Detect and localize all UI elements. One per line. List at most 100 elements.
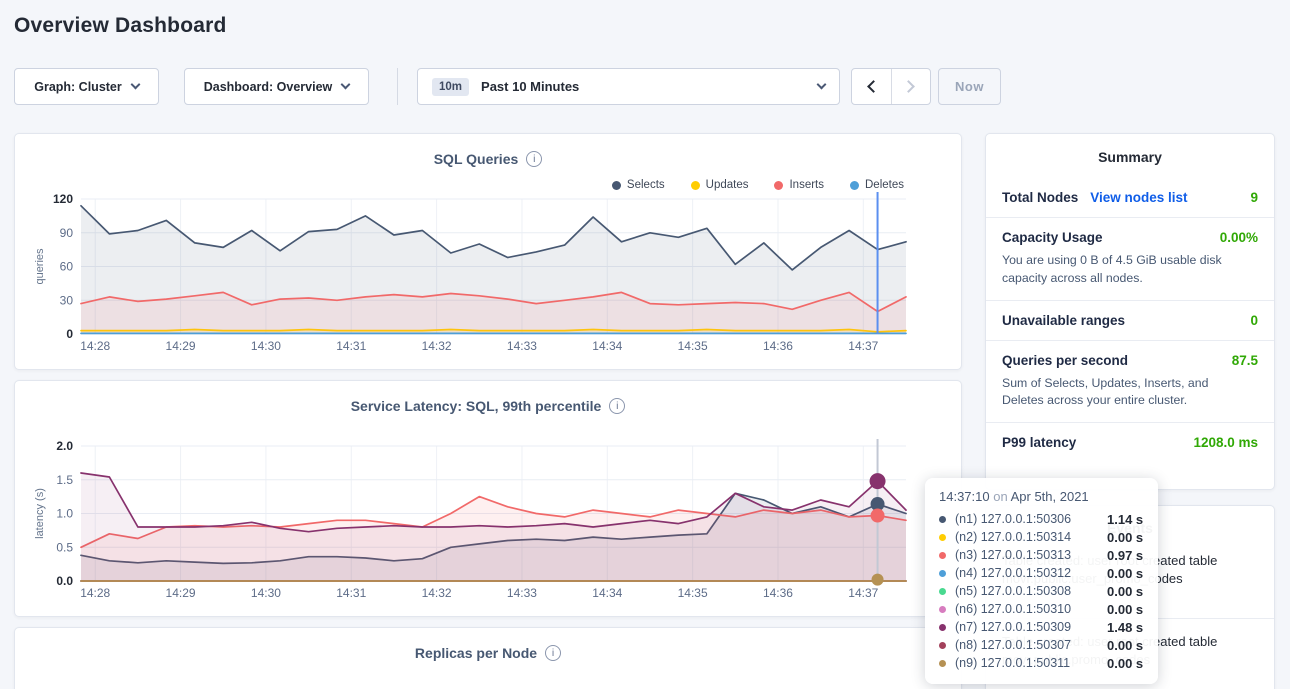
- x-axis-tick: 14:30: [251, 339, 281, 353]
- chart-hover-tooltip: 14:37:10 on Apr 5th, 2021 (n1) 127.0.0.1…: [925, 478, 1158, 684]
- node-color-dot: [939, 606, 946, 613]
- x-axis-tick: 14:31: [336, 339, 366, 353]
- x-axis-tick: 14:29: [166, 586, 196, 600]
- node-color-dot: [939, 534, 946, 541]
- sql-queries-card: SQL Queries i SelectsUpdatesInsertsDelet…: [14, 133, 962, 370]
- y-axis-tick: 60: [60, 260, 74, 274]
- now-button[interactable]: Now: [938, 68, 1001, 105]
- x-axis-tick: 14:34: [592, 339, 622, 353]
- node-latency-value: 1.14 s: [1107, 512, 1143, 527]
- time-prev-button[interactable]: [852, 69, 891, 104]
- summary-label: Total Nodes: [1002, 190, 1078, 205]
- dashboard-label: Dashboard: Overview: [204, 80, 333, 94]
- node-latency-value: 0.97 s: [1107, 548, 1143, 563]
- time-next-button[interactable]: [891, 69, 930, 104]
- y-axis-label: queries: [34, 248, 46, 285]
- node-address: (n3) 127.0.0.1:50313: [955, 548, 1107, 562]
- x-axis-tick: 14:36: [763, 586, 793, 600]
- node-latency-value: 0.00 s: [1107, 584, 1143, 599]
- x-axis-tick: 14:36: [763, 339, 793, 353]
- chevron-right-icon: [903, 80, 916, 93]
- sql-queries-chart[interactable]: 14:2814:2914:3014:3114:3214:3314:3414:35…: [15, 186, 961, 362]
- node-address: (n2) 127.0.0.1:50314: [955, 530, 1107, 544]
- x-axis-tick: 14:30: [251, 586, 281, 600]
- x-axis-tick: 14:29: [166, 339, 196, 353]
- y-axis-tick: 2.0: [56, 439, 73, 453]
- x-axis-tick: 14:33: [507, 339, 537, 353]
- info-icon[interactable]: i: [609, 398, 625, 414]
- tooltip-node-row: (n7) 127.0.0.1:503091.48 s: [939, 618, 1144, 636]
- node-address: (n5) 127.0.0.1:50308: [955, 584, 1107, 598]
- x-axis-tick: 14:28: [80, 586, 110, 600]
- x-axis-tick: 14:32: [422, 339, 452, 353]
- node-color-dot: [939, 570, 946, 577]
- node-address: (n9) 127.0.0.1:50311: [955, 656, 1107, 670]
- summary-value: 9: [1250, 190, 1258, 205]
- tooltip-node-row: (n6) 127.0.0.1:503100.00 s: [939, 600, 1144, 618]
- summary-description: Sum of Selects, Updates, Inserts, and De…: [1002, 375, 1252, 411]
- y-axis-tick: 0.0: [56, 574, 73, 588]
- node-address: (n4) 127.0.0.1:50312: [955, 566, 1107, 580]
- y-axis-label: latency (s): [34, 488, 46, 539]
- node-address: (n6) 127.0.0.1:50310: [955, 602, 1107, 616]
- chart-title: Service Latency: SQL, 99th percentile: [351, 398, 602, 414]
- tooltip-node-row: (n9) 127.0.0.1:503110.00 s: [939, 654, 1144, 672]
- chart-title: Replicas per Node: [415, 645, 537, 661]
- tooltip-node-row: (n2) 127.0.0.1:503140.00 s: [939, 528, 1144, 546]
- summary-value: 87.5: [1232, 353, 1258, 368]
- summary-description: You are using 0 B of 4.5 GiB usable disk…: [1002, 252, 1252, 288]
- summary-row-capacity-usage: Capacity Usage 0.00% You are using 0 B o…: [986, 217, 1274, 300]
- node-latency-value: 0.00 s: [1107, 638, 1143, 653]
- node-latency-value: 0.00 s: [1107, 656, 1143, 671]
- graph-scope-dropdown[interactable]: Graph: Cluster: [14, 68, 159, 105]
- x-axis-tick: 14:37: [848, 339, 878, 353]
- summary-label: P99 latency: [1002, 435, 1076, 450]
- summary-value: 0.00%: [1220, 230, 1258, 245]
- summary-label: Unavailable ranges: [1002, 313, 1125, 328]
- node-color-dot: [939, 588, 946, 595]
- time-range-label: Past 10 Minutes: [481, 79, 579, 94]
- replicas-per-node-card: Replicas per Node i: [14, 627, 962, 689]
- summary-row-total-nodes: Total Nodes View nodes list 9: [986, 178, 1274, 217]
- time-range-badge: 10m: [432, 78, 469, 96]
- service-latency-chart[interactable]: 14:2814:2914:3014:3114:3214:3314:3414:35…: [15, 433, 961, 609]
- y-axis-tick: 0: [66, 327, 73, 341]
- time-range-dropdown[interactable]: 10m Past 10 Minutes: [417, 68, 840, 105]
- y-axis-tick: 0.5: [56, 540, 73, 554]
- x-axis-tick: 14:35: [678, 339, 708, 353]
- tooltip-node-row: (n3) 127.0.0.1:503130.97 s: [939, 546, 1144, 564]
- node-color-dot: [939, 516, 946, 523]
- summary-row-queries-per-second: Queries per second 87.5 Sum of Selects, …: [986, 340, 1274, 423]
- info-icon[interactable]: i: [545, 645, 561, 661]
- x-axis-tick: 14:32: [422, 586, 452, 600]
- page-title: Overview Dashboard: [14, 14, 227, 38]
- summary-row-p99-latency: P99 latency 1208.0 ms: [986, 422, 1274, 462]
- service-latency-card: Service Latency: SQL, 99th percentile i …: [14, 380, 962, 617]
- tooltip-node-row: (n4) 127.0.0.1:503120.00 s: [939, 564, 1144, 582]
- node-color-dot: [939, 660, 946, 667]
- y-axis-tick: 120: [53, 192, 73, 206]
- tooltip-node-row: (n8) 127.0.0.1:503070.00 s: [939, 636, 1144, 654]
- x-axis-tick: 14:31: [336, 586, 366, 600]
- node-latency-value: 0.00 s: [1107, 602, 1143, 617]
- node-latency-value: 0.00 s: [1107, 530, 1143, 545]
- view-nodes-list-link[interactable]: View nodes list: [1090, 190, 1187, 205]
- graph-scope-label: Graph: Cluster: [34, 80, 122, 94]
- summary-title: Summary: [986, 134, 1274, 178]
- hover-point: [872, 574, 884, 586]
- summary-value: 0: [1250, 313, 1258, 328]
- info-icon[interactable]: i: [526, 151, 542, 167]
- x-axis-tick: 14:35: [678, 586, 708, 600]
- x-axis-tick: 14:33: [507, 586, 537, 600]
- chevron-down-icon: [341, 80, 351, 90]
- node-latency-value: 0.00 s: [1107, 566, 1143, 581]
- node-address: (n7) 127.0.0.1:50309: [955, 620, 1107, 634]
- node-color-dot: [939, 642, 946, 649]
- summary-panel: Summary Total Nodes View nodes list 9 Ca…: [985, 133, 1275, 490]
- dashboard-dropdown[interactable]: Dashboard: Overview: [184, 68, 369, 105]
- y-axis-tick: 1.0: [56, 507, 73, 521]
- node-latency-value: 1.48 s: [1107, 620, 1143, 635]
- overview-dashboard-page: Overview Dashboard Graph: Cluster Dashbo…: [0, 0, 1290, 689]
- controls-divider: [397, 68, 398, 105]
- tooltip-node-row: (n1) 127.0.0.1:503061.14 s: [939, 510, 1144, 528]
